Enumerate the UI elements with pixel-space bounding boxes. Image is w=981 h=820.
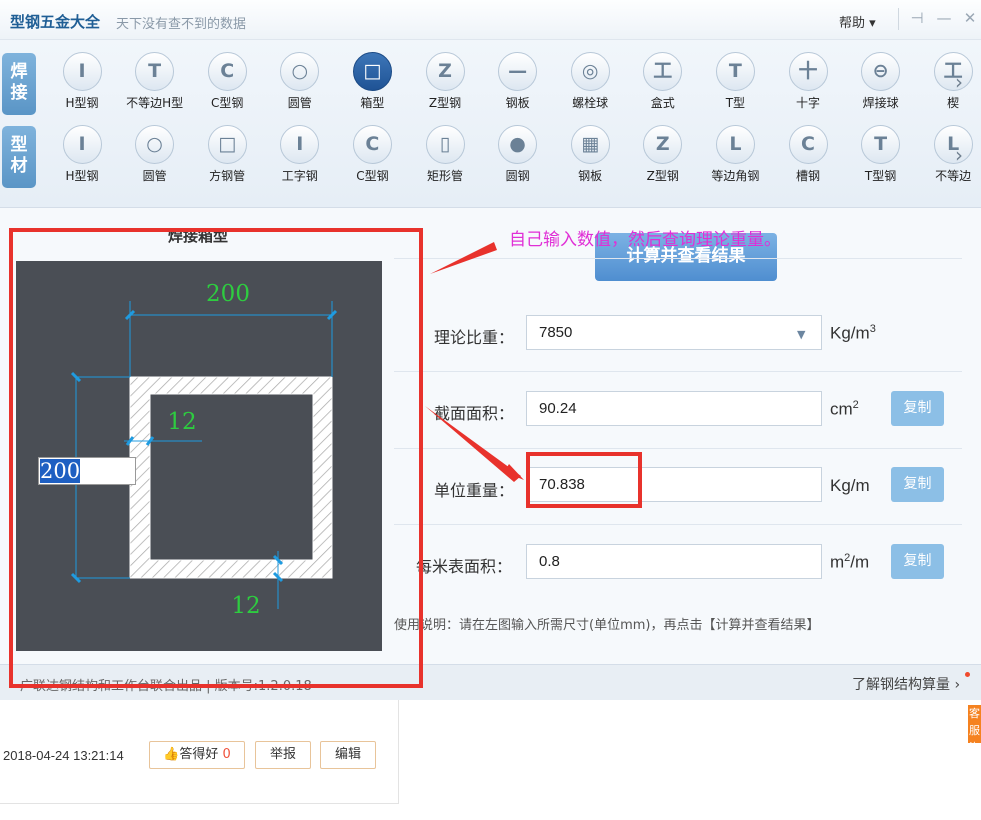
arrow-callout — [430, 242, 497, 274]
annotation-arrows — [425, 242, 524, 482]
report-button[interactable]: 举报 — [255, 741, 311, 769]
like-count: 0 — [222, 747, 231, 762]
post-timestamp: 2018-04-24 13:21:14 — [3, 748, 124, 763]
edit-button[interactable]: 编辑 — [320, 741, 376, 769]
like-button[interactable]: 👍答得好 0 — [149, 741, 245, 769]
web-page-area: 2018-04-24 13:21:14 👍答得好 0 举报 编辑 客服咨 — [0, 700, 981, 820]
thumbs-up-icon: 👍 — [163, 747, 180, 762]
answer-footer: 2018-04-24 13:21:14 👍答得好 0 举报 编辑 — [0, 700, 399, 804]
like-label: 答得好 — [179, 747, 219, 762]
side-service-tab[interactable]: 客服咨 — [968, 705, 981, 743]
